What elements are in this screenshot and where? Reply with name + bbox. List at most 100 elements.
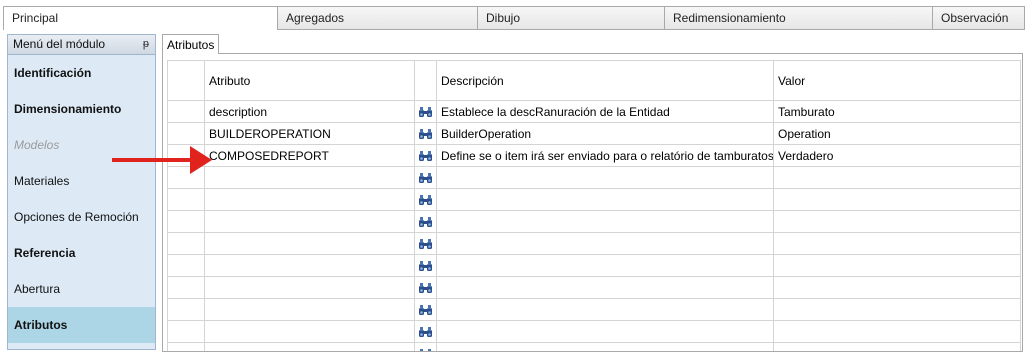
- description-cell[interactable]: [436, 188, 774, 211]
- row-header-cell[interactable]: [167, 276, 205, 299]
- binoculars-icon[interactable]: [414, 166, 437, 189]
- column-header-valor[interactable]: Valor: [773, 60, 1021, 101]
- attribute-cell[interactable]: [204, 232, 415, 255]
- value-cell[interactable]: [773, 188, 1021, 211]
- module-menu-header: Menú del módulo ᵽ: [8, 35, 155, 55]
- menu-item-opciones-remocion[interactable]: Opciones de Remoción: [8, 199, 155, 235]
- menu-item-abertura[interactable]: Abertura: [8, 271, 155, 307]
- tab-principal[interactable]: Principal: [4, 7, 278, 30]
- module-menu-title: Menú del módulo: [13, 37, 106, 51]
- binoculars-icon[interactable]: [414, 210, 437, 233]
- row-header-cell[interactable]: [167, 254, 205, 277]
- description-cell[interactable]: [436, 298, 774, 321]
- column-header-descripcion[interactable]: Descripción: [436, 60, 774, 101]
- binoculars-icon[interactable]: [414, 276, 437, 299]
- attributes-grid-frame: Atributo Descripción Valor description Es…: [162, 54, 1023, 352]
- table-row[interactable]: [167, 188, 1021, 211]
- tab-atributos[interactable]: Atributos: [162, 34, 220, 55]
- value-cell[interactable]: [773, 276, 1021, 299]
- description-cell[interactable]: [436, 254, 774, 277]
- column-header-atributo[interactable]: Atributo: [204, 60, 415, 101]
- description-cell[interactable]: [436, 232, 774, 255]
- table-row[interactable]: [167, 210, 1021, 233]
- attribute-cell[interactable]: [204, 320, 415, 343]
- binoculars-icon[interactable]: [414, 100, 437, 123]
- attribute-cell[interactable]: [204, 298, 415, 321]
- table-row[interactable]: [167, 342, 1021, 351]
- attribute-cell[interactable]: [204, 342, 415, 351]
- row-header-cell[interactable]: [167, 100, 205, 123]
- description-cell[interactable]: Establece la descRanuración de la Entida…: [436, 100, 774, 123]
- menu-item-dimensionamiento[interactable]: Dimensionamiento: [8, 91, 155, 127]
- description-cell[interactable]: [436, 166, 774, 189]
- value-cell[interactable]: [773, 232, 1021, 255]
- menu-item-modelos: Modelos: [14, 138, 60, 152]
- attributes-grid: Atributo Descripción Valor description Es…: [167, 60, 1021, 351]
- pin-icon[interactable]: ᵽ: [143, 35, 149, 54]
- menu-item-identificacion[interactable]: Identificación: [8, 55, 155, 91]
- tab-redimensionamiento[interactable]: Redimensionamiento: [665, 7, 933, 29]
- row-header-cell[interactable]: [167, 188, 205, 211]
- description-cell[interactable]: Define se o item irá ser enviado para o …: [436, 144, 774, 167]
- attribute-cell[interactable]: BUILDEROPERATION: [204, 122, 415, 145]
- value-cell[interactable]: [773, 254, 1021, 277]
- table-row[interactable]: BUILDEROPERATION BuilderOperation Operatio…: [167, 122, 1021, 145]
- attribute-cell[interactable]: [204, 210, 415, 233]
- attribute-cell[interactable]: [204, 276, 415, 299]
- column-header-icon: [414, 60, 437, 101]
- value-cell[interactable]: [773, 320, 1021, 343]
- attribute-cell[interactable]: [204, 166, 415, 189]
- table-row[interactable]: [167, 298, 1021, 321]
- binoculars-icon[interactable]: [414, 254, 437, 277]
- tab-observacion[interactable]: Observación: [933, 7, 1024, 29]
- binoculars-icon[interactable]: [414, 188, 437, 211]
- binoculars-icon[interactable]: [414, 122, 437, 145]
- value-cell[interactable]: [773, 298, 1021, 321]
- row-header-cell[interactable]: [167, 122, 205, 145]
- menu-item-atributos[interactable]: Atributos: [8, 307, 155, 343]
- menu-item-referencia[interactable]: Referencia: [8, 235, 155, 271]
- row-header-cell[interactable]: [167, 342, 205, 351]
- main-tabstrip: Principal Agregados Dibujo Redimensionam…: [3, 6, 1025, 30]
- attributes-tabstrip: Atributos: [162, 34, 1023, 55]
- value-cell[interactable]: [773, 342, 1021, 351]
- table-row[interactable]: [167, 276, 1021, 299]
- menu-item-materiales[interactable]: Materiales: [8, 163, 155, 199]
- tab-agregados[interactable]: Agregados: [278, 7, 478, 29]
- row-header-cell[interactable]: [167, 166, 205, 189]
- description-cell[interactable]: [436, 276, 774, 299]
- description-cell[interactable]: BuilderOperation: [436, 122, 774, 145]
- binoculars-icon[interactable]: [414, 320, 437, 343]
- module-menu: Menú del módulo ᵽ Identificación Dimensi…: [7, 34, 156, 350]
- value-cell[interactable]: Tamburato: [773, 100, 1021, 123]
- row-header-cell[interactable]: [167, 298, 205, 321]
- attribute-cell[interactable]: [204, 254, 415, 277]
- binoculars-icon[interactable]: [414, 232, 437, 255]
- tab-dibujo[interactable]: Dibujo: [478, 7, 665, 29]
- row-header-cell[interactable]: [167, 320, 205, 343]
- table-row[interactable]: description Establece la descRanuración d…: [167, 100, 1021, 123]
- value-cell[interactable]: [773, 210, 1021, 233]
- attribute-cell[interactable]: [204, 188, 415, 211]
- value-cell[interactable]: Verdadero: [773, 144, 1021, 167]
- table-row[interactable]: [167, 232, 1021, 255]
- value-cell[interactable]: Operation: [773, 122, 1021, 145]
- table-row[interactable]: [167, 320, 1021, 343]
- description-cell[interactable]: [436, 342, 774, 351]
- row-header-cell[interactable]: [167, 232, 205, 255]
- binoculars-icon[interactable]: [414, 144, 437, 167]
- binoculars-icon[interactable]: [414, 342, 437, 351]
- row-header-cell[interactable]: [167, 210, 205, 233]
- description-cell[interactable]: [436, 320, 774, 343]
- table-row[interactable]: [167, 166, 1021, 189]
- attribute-cell[interactable]: description: [204, 100, 415, 123]
- row-header-cell[interactable]: [167, 144, 205, 167]
- table-row[interactable]: [167, 254, 1021, 277]
- grid-header-row: Atributo Descripción Valor: [167, 60, 1021, 101]
- table-row[interactable]: COMPOSEDREPORT Define se o item irá ser e…: [167, 144, 1021, 167]
- binoculars-icon[interactable]: [414, 298, 437, 321]
- value-cell[interactable]: [773, 166, 1021, 189]
- row-header-corner: [167, 60, 205, 101]
- description-cell[interactable]: [436, 210, 774, 233]
- attribute-cell[interactable]: COMPOSEDREPORT: [204, 144, 415, 167]
